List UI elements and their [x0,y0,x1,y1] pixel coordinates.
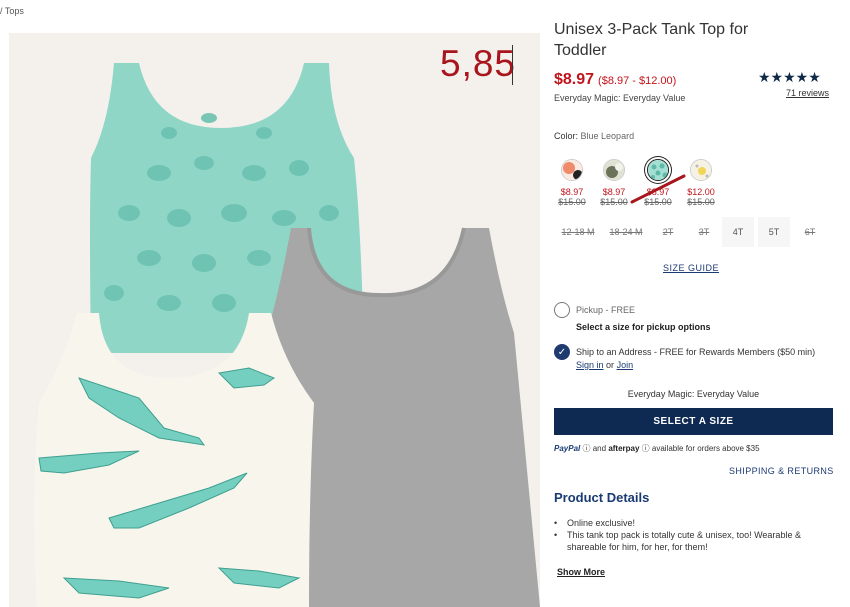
color-value: Blue Leopard [580,131,635,141]
product-details-list: Online exclusive! This tank top pack is … [554,517,824,553]
list-item: This tank top pack is totally cute & uni… [554,529,824,553]
checkmark-icon: ✓ [557,346,567,358]
size-4t[interactable]: 4T [722,217,754,247]
size-12-18m[interactable]: 12-18 M [556,217,600,247]
swatch-cream-pattern[interactable] [690,159,712,181]
and-text: and [592,444,607,453]
everyday-magic-label-2: Everyday Magic: Everyday Value [627,389,760,399]
info-icon[interactable]: ⓘ [642,444,650,453]
size-2t[interactable]: 2T [652,217,684,247]
sign-in-link[interactable]: Sign in [576,360,604,370]
product-image-illustration [34,63,540,607]
payment-options: PayPal ⓘ and afterpay ⓘ available for or… [554,443,760,454]
star-rating: ★★★★★ [758,69,821,85]
product-title: Unisex 3-Pack Tank Top for Toddler [554,21,749,59]
color-label-text: Color: [554,131,579,141]
afterpay-logo: afterpay [608,444,640,453]
size-3t[interactable]: 3T [688,217,720,247]
paypal-logo: PayPal [554,444,581,453]
coral-pattern-icon [562,160,582,180]
join-link[interactable]: Join [617,360,634,370]
sage-pattern-icon [604,160,624,180]
shipping-returns-link[interactable]: SHIPPING & RETURNS [729,466,834,476]
swatch-price: $8.97 [560,187,584,197]
size-guide-link[interactable]: SIZE GUIDE [663,263,719,273]
price-row: $8.97 ($8.97 - $12.00) [554,71,676,89]
overlay-value: 5,85 [440,43,517,84]
size-6t[interactable]: 6T [794,217,826,247]
breadcrumb[interactable]: / Tops [0,6,24,16]
pickup-note: Select a size for pickup options [576,322,711,332]
product-image[interactable] [9,33,540,607]
ship-checkbox[interactable]: ✓ [554,344,570,360]
sale-price: $8.97 [554,71,595,88]
swatch-old-price: $15.00 [558,197,586,207]
swatch-old-price: $15.00 [687,197,715,207]
ship-text: Ship to an Address - FREE for Rewards Me… [576,347,816,357]
payment-note: available for orders above $35 [651,444,760,453]
product-details-heading: Product Details [554,490,650,505]
product-info-panel: Unisex 3-Pack Tank Top for Toddler $8.97… [554,0,834,607]
size-5t[interactable]: 5T [758,217,790,247]
swatch-sage-pattern[interactable] [603,159,625,181]
everyday-magic-label: Everyday Magic: Everyday Value [554,93,686,103]
select-size-button[interactable]: SELECT A SIZE [554,408,833,435]
list-item: Online exclusive! [554,517,824,529]
info-icon[interactable]: ⓘ [582,444,590,453]
or-text: or [606,360,615,370]
swatch-old-price: $15.00 [600,197,628,207]
swatch-price: $12.00 [687,187,715,197]
text-cursor [512,45,513,85]
white-croc-tank [34,313,314,607]
size-18-24m[interactable]: 18-24 M [604,217,648,247]
pickup-radio[interactable] [554,302,570,318]
ship-option-text: Ship to an Address - FREE for Rewards Me… [576,346,832,372]
pickup-title: Pickup - FREE [576,305,636,315]
red-annotation-stroke [630,174,686,204]
cream-pattern-icon [691,160,711,180]
show-more-link[interactable]: Show More [557,567,605,577]
color-label: Color: Blue Leopard [554,131,634,141]
swatch-coral-pattern[interactable] [561,159,583,181]
swatch-price: $8.97 [602,187,626,197]
reviews-link[interactable]: 71 reviews [786,88,829,98]
price-range: ($8.97 - $12.00) [598,75,677,87]
